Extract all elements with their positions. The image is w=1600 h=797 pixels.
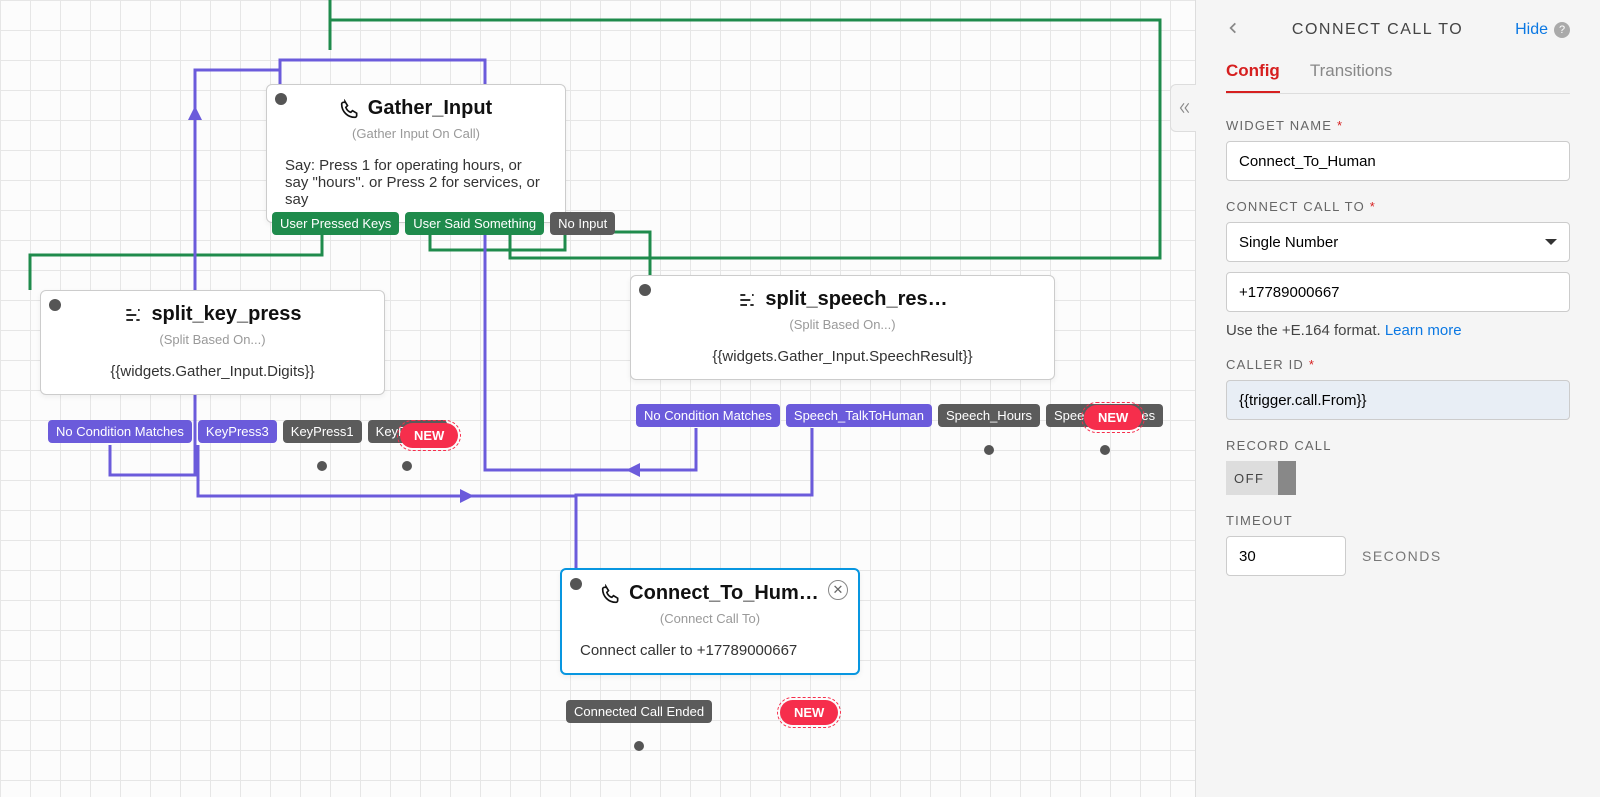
gather-ports: User Pressed Keys User Said Something No…: [272, 212, 615, 235]
widget-connect-to-human[interactable]: ✕ Connect_To_Hum… (Connect Call To) Conn…: [560, 568, 860, 675]
panel-title: CONNECT CALL TO: [1292, 21, 1463, 39]
widget-body: {{widgets.Gather_Input.Digits}}: [41, 355, 384, 394]
connect-ports: Connected Call Ended: [566, 700, 712, 751]
widget-name-label: WIDGET NAME *: [1226, 118, 1570, 133]
widget-subtitle: (Gather Input On Call): [267, 124, 565, 149]
port-no-condition-matches[interactable]: No Condition Matches: [48, 420, 192, 443]
port-keypress1[interactable]: KeyPress1: [283, 420, 362, 443]
help-icon[interactable]: ?: [1554, 22, 1570, 38]
widget-subtitle: (Split Based On...): [41, 330, 384, 355]
split-key-ports: No Condition Matches KeyPress3 KeyPress1…: [48, 420, 447, 471]
back-button[interactable]: [1226, 18, 1240, 41]
phone-icon: [340, 99, 360, 119]
new-transition-button[interactable]: NEW: [780, 700, 838, 725]
input-anchor-icon: [275, 93, 287, 105]
port-no-condition-matches[interactable]: No Condition Matches: [636, 404, 780, 427]
phone-icon: [601, 584, 621, 604]
port-speech-talktohuman[interactable]: Speech_TalkToHuman: [786, 404, 932, 427]
collapse-panel-button[interactable]: [1170, 84, 1196, 132]
hide-button[interactable]: Hide ?: [1515, 21, 1570, 39]
connection-lines: [0, 0, 1195, 797]
new-transition-button[interactable]: NEW: [1084, 405, 1142, 430]
tab-transitions[interactable]: Transitions: [1310, 61, 1393, 93]
widget-title: Gather_Input: [368, 97, 492, 120]
timeout-label: TIMEOUT: [1226, 513, 1570, 528]
connect-call-to-label: CONNECT CALL TO *: [1226, 199, 1570, 214]
chevrons-left-icon: [1177, 101, 1191, 115]
input-anchor-icon: [570, 578, 582, 590]
widget-body: Connect caller to +17789000667: [562, 634, 858, 673]
timeout-unit: SECONDS: [1362, 548, 1442, 564]
split-icon: [737, 290, 757, 310]
split-icon: [123, 305, 143, 325]
input-anchor-icon: [49, 299, 61, 311]
learn-more-link[interactable]: Learn more: [1385, 322, 1462, 339]
record-call-toggle[interactable]: OFF: [1226, 461, 1296, 495]
widget-split-speech[interactable]: split_speech_res… (Split Based On...) {{…: [630, 275, 1055, 380]
close-icon[interactable]: ✕: [828, 580, 848, 600]
port-keypress3[interactable]: KeyPress3: [198, 420, 277, 443]
port-speech-hours[interactable]: Speech_Hours: [938, 404, 1040, 427]
properties-panel: CONNECT CALL TO Hide ? Config Transition…: [1195, 0, 1600, 797]
flow-canvas[interactable]: Gather_Input (Gather Input On Call) Say:…: [0, 0, 1195, 797]
widget-subtitle: (Connect Call To): [562, 609, 858, 634]
port-no-input[interactable]: No Input: [550, 212, 615, 235]
widget-gather-input[interactable]: Gather_Input (Gather Input On Call) Say:…: [266, 84, 566, 223]
widget-subtitle: (Split Based On...): [631, 315, 1054, 340]
port-user-pressed-keys[interactable]: User Pressed Keys: [272, 212, 399, 235]
widget-title: Connect_To_Hum…: [629, 582, 819, 605]
format-helper-text: Use the +E.164 format. Learn more: [1226, 322, 1570, 339]
toggle-knob: [1278, 461, 1296, 495]
input-anchor-icon: [639, 284, 651, 296]
widget-title: split_speech_res…: [765, 288, 947, 311]
widget-body: {{widgets.Gather_Input.SpeechResult}}: [631, 340, 1054, 379]
phone-number-input[interactable]: [1226, 272, 1570, 312]
record-call-label: RECORD CALL: [1226, 438, 1570, 453]
widget-title: split_key_press: [151, 303, 301, 326]
new-transition-button[interactable]: NEW: [400, 423, 458, 448]
widget-name-input[interactable]: [1226, 141, 1570, 181]
caller-id-input[interactable]: [1226, 380, 1570, 420]
chevron-left-icon: [1226, 21, 1240, 35]
caller-id-label: CALLER ID *: [1226, 357, 1570, 372]
port-user-said-something[interactable]: User Said Something: [405, 212, 544, 235]
connect-type-select[interactable]: Single Number: [1226, 222, 1570, 262]
panel-tabs: Config Transitions: [1226, 61, 1570, 94]
tab-config[interactable]: Config: [1226, 61, 1280, 93]
timeout-input[interactable]: [1226, 536, 1346, 576]
port-connected-call-ended[interactable]: Connected Call Ended: [566, 700, 712, 723]
hide-label: Hide: [1515, 21, 1548, 39]
toggle-state-label: OFF: [1226, 471, 1278, 486]
widget-split-key-press[interactable]: split_key_press (Split Based On...) {{wi…: [40, 290, 385, 395]
